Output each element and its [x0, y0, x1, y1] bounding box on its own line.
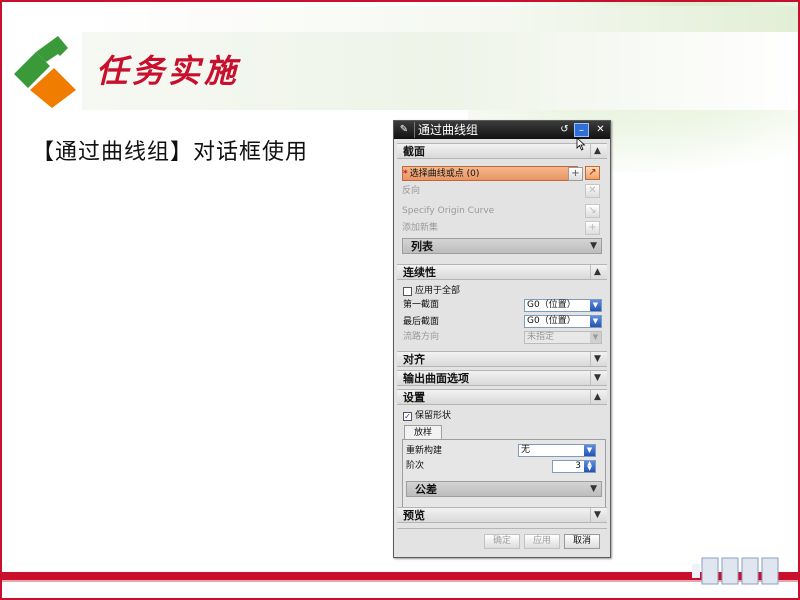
rebuild-label: 重新构建	[406, 446, 443, 456]
curves-dialog: ✎ 通过曲线组 ↺ – ✕ 截面 ▲ * 选择曲线或点 (0) + ↗ 反向 ✕ …	[393, 120, 611, 558]
tolerance-label: 公差	[415, 483, 437, 496]
chevron-down-icon[interactable]: ▼	[584, 445, 595, 456]
section-label: 连续性	[403, 266, 436, 279]
section-header-continuity[interactable]: 连续性 ▲	[397, 264, 607, 280]
dialog-title: 通过曲线组	[414, 122, 478, 138]
body-text: 【通过曲线组】对话框使用	[32, 140, 309, 165]
cancel-button[interactable]: 取消	[564, 534, 600, 549]
select-curve-label: 选择曲线或点 (0)	[409, 169, 480, 179]
degree-spinner[interactable]: 3 ▲ ▼	[552, 460, 596, 473]
section-label: 预览	[403, 509, 425, 522]
section-label: 输出曲面选项	[403, 372, 469, 385]
list-subsection[interactable]: 列表 ▼	[402, 238, 602, 254]
spinner-arrows-icon[interactable]: ▲ ▼	[584, 461, 595, 472]
chevron-down-icon[interactable]: ▼	[590, 300, 601, 311]
flow-direction-value: 未指定	[527, 332, 555, 342]
first-section-select[interactable]: G0（位置） ▼	[524, 299, 602, 312]
top-strip	[82, 6, 798, 32]
add-set-icon[interactable]: +	[585, 221, 600, 235]
chevron-up-icon[interactable]: ▲	[590, 265, 604, 279]
chevron-down-icon[interactable]: ▼	[590, 352, 604, 366]
degree-label: 阶次	[406, 461, 425, 471]
first-section-value: G0（位置）	[527, 300, 576, 310]
ok-button[interactable]: 确定	[484, 534, 520, 549]
required-marker: *	[403, 169, 408, 179]
chevron-down-icon[interactable]: ▼	[590, 508, 604, 522]
tab-lofting-label: 放样	[413, 428, 432, 438]
bottom-stripe-accent	[2, 580, 798, 582]
chevron-up-icon[interactable]: ▲	[590, 390, 604, 404]
add-new-set-label: 添加新集	[402, 223, 439, 233]
first-section-label: 第一截面	[403, 300, 440, 310]
tab-lofting[interactable]: 放样	[404, 425, 442, 440]
bottom-stripe	[2, 572, 798, 580]
logo-icon	[6, 32, 82, 110]
chevron-down-icon[interactable]: ▼	[590, 316, 601, 327]
select-curve-row[interactable]: * 选择曲线或点 (0)	[402, 166, 578, 181]
section-label: 截面	[403, 145, 425, 158]
last-section-select[interactable]: G0（位置） ▼	[524, 315, 602, 328]
flow-direction-label: 流路方向	[403, 332, 440, 342]
keep-shape-label: 保留形状	[415, 411, 452, 421]
section-header-output[interactable]: 输出曲面选项 ▼	[397, 370, 607, 386]
last-section-value: G0（位置）	[527, 316, 576, 326]
add-new-set-row[interactable]: 添加新集	[402, 221, 606, 236]
reverse-row[interactable]: 反向	[402, 184, 606, 199]
origin-curve-icon[interactable]: ↘	[585, 204, 600, 218]
reverse-direction-icon[interactable]: ✕	[585, 184, 600, 198]
section-label: 设置	[403, 391, 425, 404]
footer-divider	[397, 528, 607, 529]
origin-curve-row[interactable]: Specify Origin Curve	[402, 204, 606, 219]
minimize-button[interactable]: –	[574, 123, 589, 137]
reset-icon[interactable]: ↺	[557, 123, 572, 137]
wrench-icon[interactable]: ✎	[398, 123, 410, 136]
apply-all-label: 应用于全部	[415, 286, 461, 296]
mouse-cursor-icon	[576, 137, 586, 151]
origin-curve-label: Specify Origin Curve	[402, 206, 495, 216]
section-header-align[interactable]: 对齐 ▼	[397, 351, 607, 367]
corner-decoration	[692, 557, 779, 585]
tolerance-subsection[interactable]: 公差 ▼	[406, 481, 602, 497]
curve-select-icon[interactable]: ↗	[585, 166, 600, 180]
chevron-down-icon[interactable]: ▼	[590, 239, 597, 253]
reverse-label: 反向	[402, 186, 421, 196]
chevron-up-icon[interactable]: ▲	[590, 144, 604, 158]
section-header-settings[interactable]: 设置 ▲	[397, 389, 607, 405]
rebuild-value: 无	[521, 445, 531, 455]
flow-direction-select[interactable]: 未指定 ▼	[524, 331, 602, 344]
slide-title: 任务实施	[96, 52, 241, 90]
chevron-down-icon[interactable]: ▼	[590, 332, 601, 343]
last-section-label: 最后截面	[403, 317, 440, 327]
section-label: 对齐	[403, 353, 425, 366]
close-button[interactable]: ✕	[593, 123, 608, 137]
apply-all-checkbox[interactable]	[403, 287, 412, 296]
list-label: 列表	[411, 240, 433, 253]
chevron-down-icon[interactable]: ▼	[590, 371, 604, 385]
degree-value: 3	[575, 461, 581, 471]
keep-shape-checkbox[interactable]: ✓	[403, 412, 412, 421]
rebuild-select[interactable]: 无 ▼	[518, 444, 596, 457]
apply-button[interactable]: 应用	[524, 534, 560, 549]
chevron-down-icon[interactable]: ▼	[590, 482, 597, 496]
point-dialog-button[interactable]: +	[568, 167, 583, 181]
section-header-preview[interactable]: 预览 ▼	[397, 507, 607, 523]
